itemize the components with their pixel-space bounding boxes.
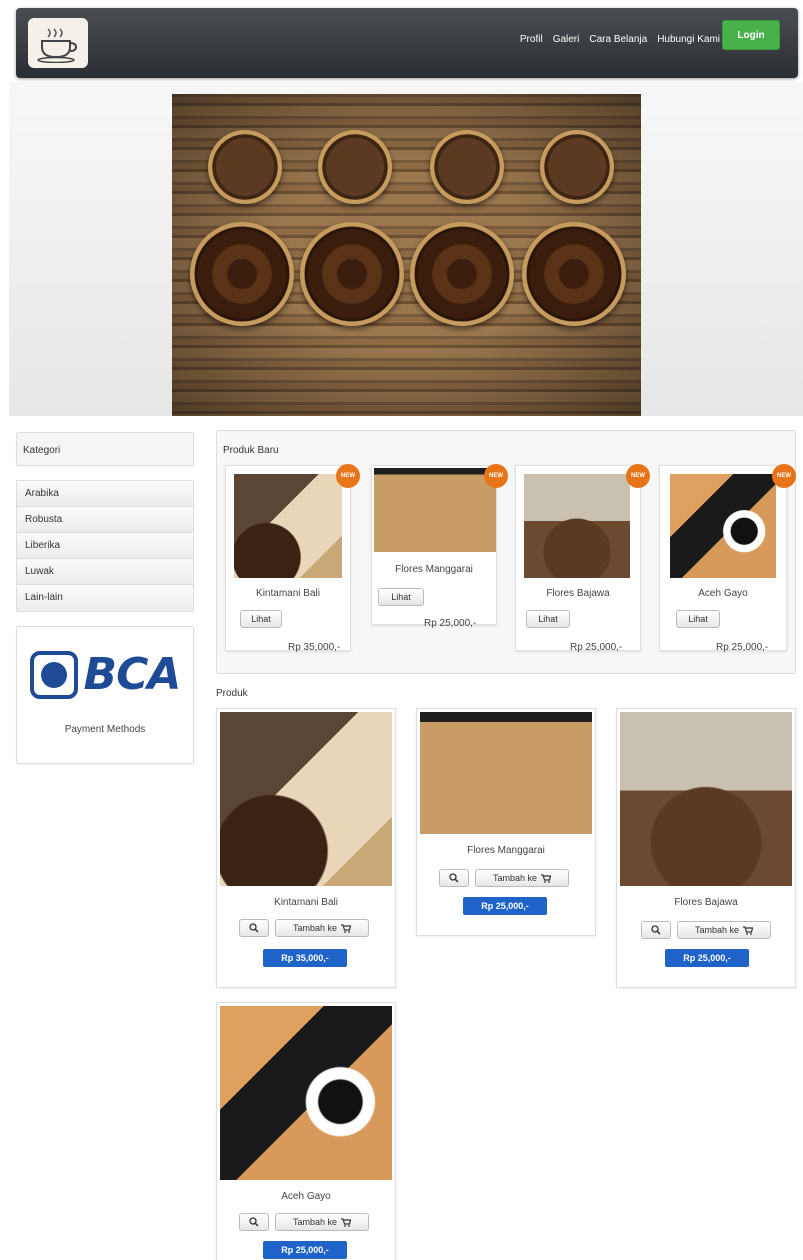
category-list: Arabika Robusta Liberika Luwak Lain-lain — [16, 480, 194, 612]
product-image-flores-bajawa — [524, 474, 630, 578]
product-image-kintamani-bali — [220, 712, 392, 886]
product-name: Flores Bajawa — [546, 588, 610, 599]
new-product-card: NEW Flores Bajawa Lihat Rp 25,000,- — [515, 464, 650, 653]
add-to-cart-label: Tambah ke — [292, 923, 338, 933]
product-image-aceh-gayo — [220, 1006, 392, 1180]
category-item-robusta[interactable]: Robusta — [17, 507, 193, 533]
login-button[interactable]: Login — [722, 20, 780, 50]
quick-view-button[interactable] — [239, 919, 269, 937]
product-name: Aceh Gayo — [698, 588, 748, 599]
product-card: Aceh Gayo Tambah ke Rp 25,000,- — [216, 1002, 396, 1260]
new-product-card: NEW Flores Manggarai Lihat Rp 25,000,- — [371, 464, 508, 629]
coffee-cup-icon — [37, 28, 78, 63]
new-product-card: NEW Aceh Gayo Lihat Rp 25,000,- — [659, 464, 796, 653]
ground-coffee-bowl — [540, 130, 614, 204]
nav-profil[interactable]: Profil — [520, 34, 543, 45]
add-to-cart-button[interactable]: Tambah ke — [275, 919, 369, 937]
magnify-icon — [651, 925, 661, 935]
price-badge: Rp 25,000,- — [463, 897, 547, 915]
quick-view-button[interactable] — [641, 921, 671, 939]
navbar: Profil Galeri Cara Belanja Hubungi Kami … — [16, 8, 798, 78]
cart-icon — [341, 923, 352, 933]
new-products-title: Produk Baru — [223, 445, 279, 456]
product-name: Flores Manggarai — [467, 845, 545, 856]
product-card: Flores Bajawa Tambah ke Rp 25,000,- — [616, 708, 796, 988]
payment-methods-label: Payment Methods — [64, 724, 146, 735]
hero-section — [9, 82, 803, 416]
view-button[interactable]: Lihat — [676, 610, 720, 628]
category-heading: Kategori — [16, 432, 194, 466]
nav-cara-belanja[interactable]: Cara Belanja — [589, 34, 647, 45]
ground-coffee-bowl — [430, 130, 504, 204]
category-item-liberika[interactable]: Liberika — [17, 533, 193, 559]
bca-logo-text: BCA — [83, 649, 182, 700]
product-name: Kintamani Bali — [256, 588, 320, 599]
sidebar: Kategori Arabika Robusta Liberika Luwak … — [16, 432, 194, 764]
new-products-panel: Produk Baru NEW Kintamani Bali Lihat Rp … — [216, 430, 796, 674]
bca-logo: BCA — [17, 649, 193, 700]
ground-coffee-bowl — [208, 130, 282, 204]
price-badge: Rp 35,000,- — [263, 949, 347, 967]
ground-coffee-bowl — [318, 130, 392, 204]
product-image-flores-bajawa — [620, 712, 792, 886]
magnify-icon — [249, 1217, 259, 1227]
payment-panel: BCA Payment Methods — [16, 626, 194, 764]
nav-links: Profil Galeri Cara Belanja Hubungi Kami — [510, 34, 720, 45]
view-button[interactable]: Lihat — [526, 610, 570, 628]
price-badge: Rp 25,000,- — [665, 949, 749, 967]
new-badge: NEW — [772, 464, 796, 488]
quick-view-button[interactable] — [239, 1213, 269, 1231]
add-to-cart-button[interactable]: Tambah ke — [677, 921, 771, 939]
product-image-aceh-gayo — [670, 474, 776, 578]
product-card: Kintamani Bali Tambah ke Rp 35,000,- — [216, 708, 396, 988]
product-image-flores-manggarai — [420, 712, 592, 834]
view-button[interactable]: Lihat — [240, 610, 282, 628]
product-price: Rp 35,000,- — [288, 642, 341, 653]
products-title: Produk — [216, 688, 248, 699]
new-badge: NEW — [336, 464, 360, 488]
product-card: Flores Manggarai Tambah ke Rp 25,000,- — [416, 708, 596, 936]
add-to-cart-button[interactable]: Tambah ke — [275, 1213, 369, 1231]
product-price: Rp 25,000,- — [424, 618, 477, 629]
magnify-icon — [449, 873, 459, 883]
product-price: Rp 25,000,- — [716, 642, 769, 653]
bca-emblem-icon — [29, 650, 78, 699]
hero-image-coffee-bowls — [172, 94, 641, 416]
nav-hubungi-kami[interactable]: Hubungi Kami — [657, 34, 720, 45]
add-to-cart-label: Tambah ke — [694, 925, 740, 935]
product-name: Flores Bajawa — [674, 897, 738, 908]
product-image-flores-manggarai — [374, 468, 496, 552]
product-price: Rp 25,000,- — [570, 642, 623, 653]
cart-icon — [541, 873, 552, 883]
site-logo[interactable] — [28, 18, 88, 68]
product-image-kintamani-bali — [234, 474, 342, 578]
cart-icon — [341, 1217, 352, 1227]
product-name: Aceh Gayo — [281, 1191, 331, 1202]
category-item-arabika[interactable]: Arabika — [17, 481, 193, 507]
coffee-beans-bowl — [190, 222, 294, 326]
coffee-beans-bowl — [410, 222, 514, 326]
category-item-luwak[interactable]: Luwak — [17, 559, 193, 585]
magnify-icon — [249, 923, 259, 933]
coffee-beans-bowl — [300, 222, 404, 326]
view-button[interactable]: Lihat — [378, 588, 424, 606]
product-name: Flores Manggarai — [395, 564, 473, 575]
add-to-cart-label: Tambah ke — [492, 873, 538, 883]
price-badge: Rp 25,000,- — [263, 1241, 347, 1259]
product-name: Kintamani Bali — [274, 897, 338, 908]
add-to-cart-button[interactable]: Tambah ke — [475, 869, 569, 887]
new-product-card: NEW Kintamani Bali Lihat Rp 35,000,- — [225, 464, 360, 653]
new-badge: NEW — [484, 464, 508, 488]
new-badge: NEW — [626, 464, 650, 488]
add-to-cart-label: Tambah ke — [292, 1217, 338, 1227]
quick-view-button[interactable] — [439, 869, 469, 887]
nav-galeri[interactable]: Galeri — [553, 34, 580, 45]
cart-icon — [743, 925, 754, 935]
coffee-beans-bowl — [522, 222, 626, 326]
category-item-lain-lain[interactable]: Lain-lain — [17, 585, 193, 611]
